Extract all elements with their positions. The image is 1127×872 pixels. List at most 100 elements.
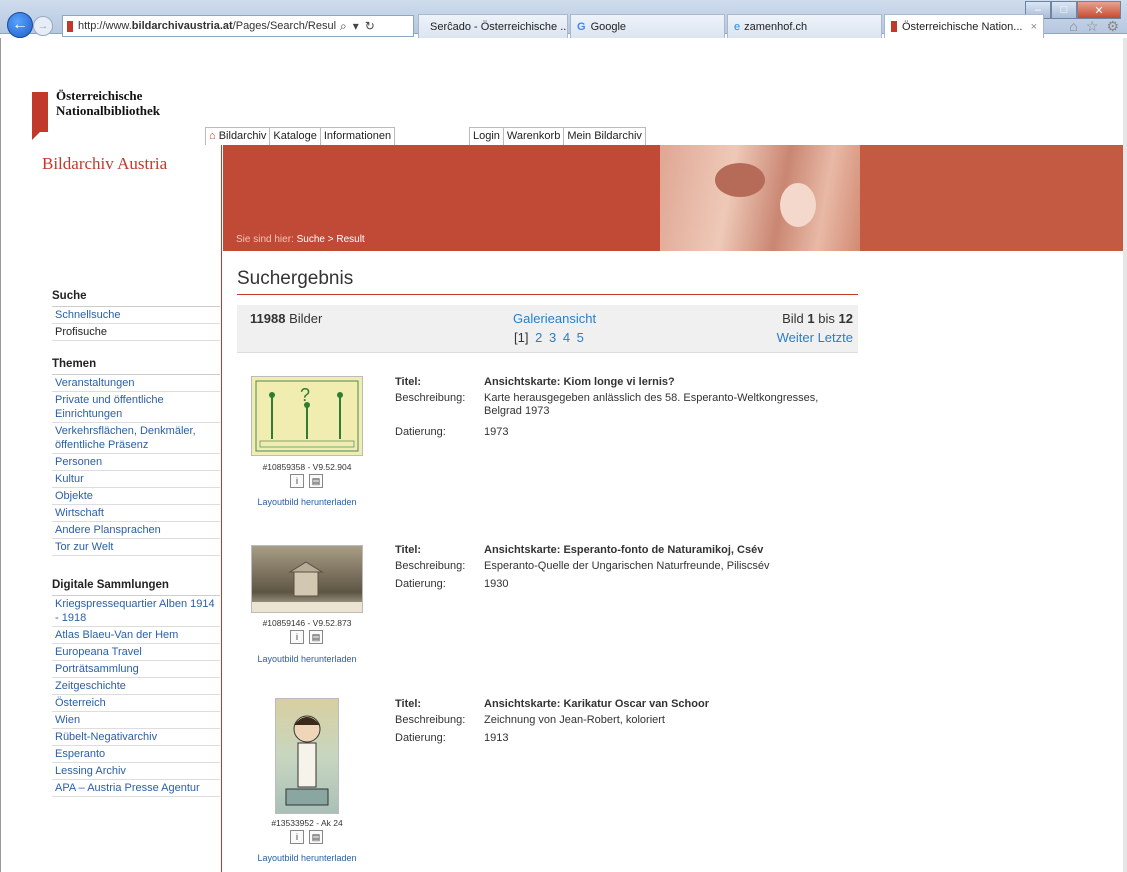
- nav-mein-bildarchiv[interactable]: Mein Bildarchiv: [564, 128, 645, 145]
- tab-sercado[interactable]: Serĉado - Österreichische ...: [418, 14, 568, 38]
- tab-oenb[interactable]: Österreichische Nation... ×: [884, 14, 1044, 38]
- last-page-link[interactable]: Letzte: [818, 330, 853, 345]
- sidebar-heading-collections: Digitale Sammlungen: [52, 579, 169, 591]
- refresh-icon[interactable]: ↻: [365, 19, 375, 33]
- sidebar-item-collection[interactable]: Rübelt-Negativarchiv: [52, 729, 220, 746]
- thumbnail-actions: i ▤: [290, 474, 323, 488]
- tab-label: zamenhof.ch: [744, 20, 808, 33]
- sidebar-item-collection[interactable]: Esperanto: [52, 746, 220, 763]
- gear-icon[interactable]: ⚙: [1106, 18, 1119, 35]
- sidebar-item-collection[interactable]: Zeitgeschichte: [52, 678, 220, 695]
- sidebar-item-collection[interactable]: Europeana Travel: [52, 644, 220, 661]
- close-window-icon[interactable]: ✕: [1077, 1, 1121, 19]
- sidebar-item-collection[interactable]: APA – Austria Presse Agentur: [52, 780, 220, 797]
- result-range: Bild 1 bis 12: [782, 311, 853, 326]
- tab-label: Österreichische Nation...: [902, 20, 1023, 33]
- cart-icon[interactable]: ▤: [309, 474, 323, 488]
- search-icon[interactable]: ⌕: [340, 19, 347, 34]
- page-link[interactable]: 4: [563, 330, 570, 345]
- sidebar-item-theme[interactable]: Objekte: [52, 488, 220, 505]
- sidebar-item-collection[interactable]: Lessing Archiv: [52, 763, 220, 780]
- sidebar-item-theme[interactable]: Private und öffentliche Einrichtungen: [52, 392, 220, 423]
- forward-button[interactable]: →: [33, 16, 53, 36]
- download-layout-link[interactable]: Layoutbild herunterladen: [251, 654, 363, 664]
- title-label: Titel:: [395, 376, 422, 388]
- caricature-thumbnail-image[interactable]: [275, 698, 339, 814]
- photo-thumbnail-image[interactable]: [251, 545, 363, 613]
- cart-icon[interactable]: ▤: [309, 630, 323, 644]
- maximize-icon[interactable]: □: [1051, 1, 1077, 19]
- sidebar-collections: Digitale Sammlungen Kriegspressequartier…: [52, 579, 220, 797]
- back-button[interactable]: ←: [7, 12, 33, 38]
- description-label: Beschreibung:: [395, 714, 466, 726]
- nav-informationen[interactable]: Informationen: [321, 128, 394, 145]
- dropdown-arrow-icon[interactable]: ▾: [353, 19, 359, 33]
- page-border: [0, 38, 1, 872]
- title-label: Titel:: [395, 698, 422, 710]
- cart-icon[interactable]: ▤: [309, 830, 323, 844]
- sidebar-item-theme[interactable]: Andere Plansprachen: [52, 522, 220, 539]
- page-link[interactable]: 5: [577, 330, 584, 345]
- banner-photo: [660, 145, 860, 251]
- info-icon[interactable]: i: [290, 474, 304, 488]
- banner-right: [860, 145, 1127, 251]
- forward-arrow-icon: →: [37, 20, 49, 32]
- result-date: 1930: [484, 578, 509, 590]
- back-arrow-icon: ←: [12, 16, 28, 33]
- tab-zamenhof[interactable]: e zamenhof.ch: [727, 14, 882, 38]
- info-icon[interactable]: i: [290, 630, 304, 644]
- next-last-links: Weiter Letzte: [777, 330, 853, 345]
- sidebar-item-collection[interactable]: Kriegspressequartier Alben 1914 - 1918: [52, 596, 220, 627]
- sidebar-item-profisuche[interactable]: Profisuche: [52, 324, 220, 341]
- sidebar-themes: Themen Veranstaltungen Private und öffen…: [52, 358, 220, 556]
- breadcrumb-path[interactable]: Suche > Result: [297, 234, 365, 245]
- range-to: 12: [838, 311, 853, 326]
- sidebar-item-theme[interactable]: Personen: [52, 454, 220, 471]
- range-mid: bis: [818, 311, 835, 326]
- result-title[interactable]: Ansichtskarte: Karikatur Oscar van Schoo…: [484, 698, 859, 711]
- toolbar-icons: ⌂ ☆ ⚙: [1069, 18, 1119, 35]
- download-layout-link[interactable]: Layoutbild herunterladen: [251, 497, 363, 507]
- close-tab-icon[interactable]: ×: [1031, 21, 1037, 33]
- info-icon[interactable]: i: [290, 830, 304, 844]
- logo-flag-icon: [32, 92, 48, 140]
- result-title[interactable]: Ansichtskarte: Kiom longe vi lernis?: [484, 376, 859, 389]
- result-description: Zeichnung von Jean-Robert, koloriert: [484, 714, 665, 726]
- sidebar-item-theme[interactable]: Veranstaltungen: [52, 375, 220, 392]
- sidebar-item-theme[interactable]: Tor zur Welt: [52, 539, 220, 556]
- download-layout-link[interactable]: Layoutbild herunterladen: [251, 853, 363, 863]
- ie-favicon-icon: e: [734, 20, 741, 33]
- gallery-view-link[interactable]: Galerieansicht: [513, 311, 596, 326]
- result-count-label: Bilder: [289, 311, 323, 326]
- page-link[interactable]: 2: [535, 330, 542, 345]
- sidebar-item-schnellsuche[interactable]: Schnellsuche: [52, 307, 220, 324]
- nav-warenkorb[interactable]: Warenkorb: [504, 128, 565, 145]
- nav-login[interactable]: Login: [470, 128, 504, 145]
- postcard-thumbnail-image[interactable]: ?: [251, 376, 363, 456]
- nav-bildarchiv[interactable]: Bildarchiv: [219, 130, 267, 142]
- image-id: #13533952 - Ak 24: [271, 818, 343, 828]
- sidebar-item-collection[interactable]: Wien: [52, 712, 220, 729]
- main-nav: ⌂ Bildarchiv Kataloge Informationen: [205, 127, 396, 145]
- result-date: 1973: [484, 426, 509, 438]
- sidebar-item-collection[interactable]: Österreich: [52, 695, 220, 712]
- sidebar-item-theme[interactable]: Kultur: [52, 471, 220, 488]
- home-icon[interactable]: ⌂: [1069, 18, 1077, 35]
- favorites-star-icon[interactable]: ☆: [1086, 18, 1099, 35]
- nav-kataloge[interactable]: Kataloge: [270, 128, 321, 145]
- sidebar-item-collection[interactable]: Atlas Blaeu-Van der Hem: [52, 627, 220, 644]
- page-title: Suchergebnis: [237, 268, 354, 289]
- site-favicon-icon: [891, 21, 897, 32]
- sidebar-item-theme[interactable]: Wirtschaft: [52, 505, 220, 522]
- next-page-link[interactable]: Weiter: [777, 330, 814, 345]
- sidebar-item-collection[interactable]: Porträtsammlung: [52, 661, 220, 678]
- sidebar-item-theme[interactable]: Verkehrsflächen, Denkmäler, öffentliche …: [52, 423, 220, 454]
- page-link[interactable]: 3: [549, 330, 556, 345]
- logo-line-1: Österreichische: [56, 88, 143, 103]
- tab-label: Serĉado - Österreichische ...: [430, 20, 568, 33]
- page-scrollbar[interactable]: [1123, 38, 1127, 872]
- address-bar-actions: ⌕ ▾ ↻: [336, 15, 414, 37]
- tab-google[interactable]: G Google: [570, 14, 725, 38]
- nav-home[interactable]: ⌂ Bildarchiv: [206, 128, 271, 145]
- result-title[interactable]: Ansichtskarte: Esperanto-fonto de Natura…: [484, 544, 859, 557]
